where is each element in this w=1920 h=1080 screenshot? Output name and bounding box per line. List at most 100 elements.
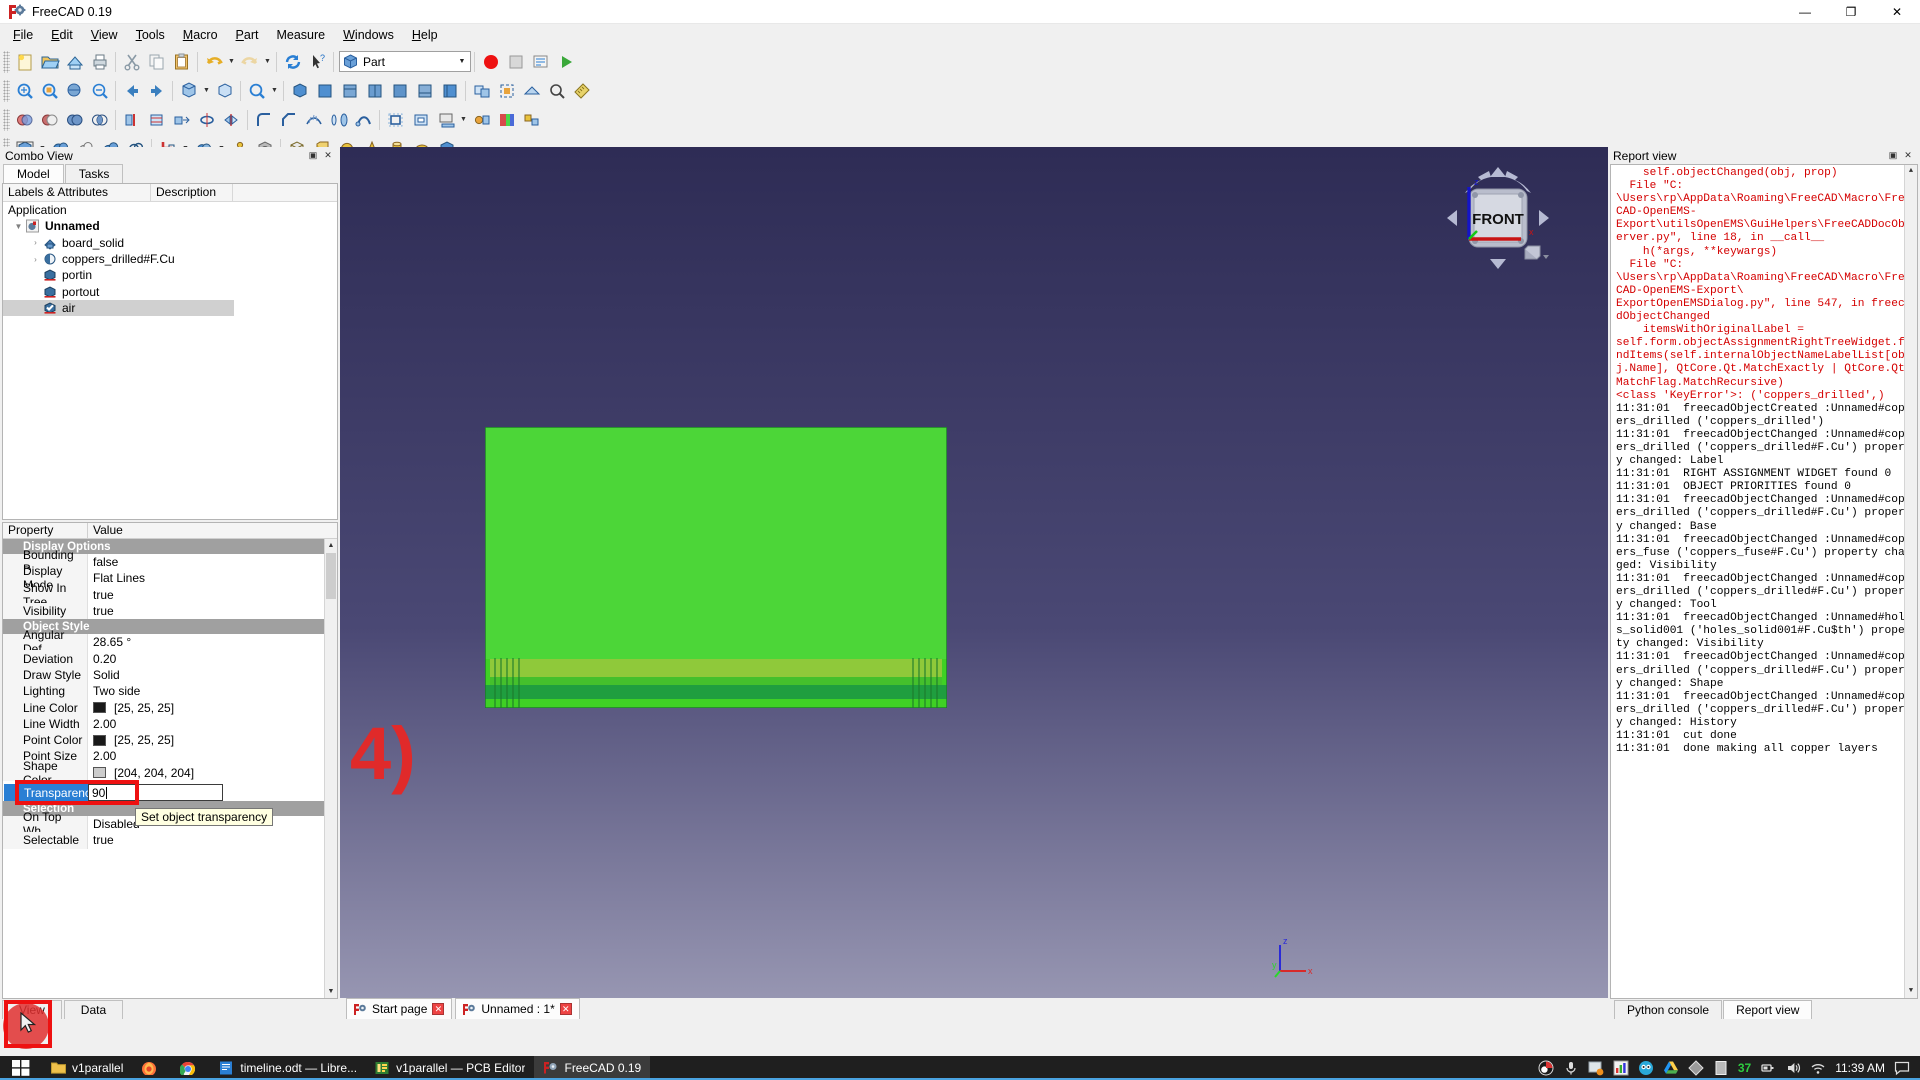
shape-color-swatch[interactable] (93, 767, 106, 779)
tree-item-board-solid[interactable]: › board_solid (3, 235, 337, 251)
undo-dropdown-arrow[interactable]: ▼ (226, 49, 237, 74)
macro-stop-icon[interactable] (503, 49, 528, 74)
zoom-icon[interactable] (244, 78, 269, 103)
macro-edit-icon[interactable] (528, 49, 553, 74)
std-views-icon[interactable] (176, 78, 201, 103)
cross-sections-icon[interactable] (144, 107, 169, 132)
box-selection-icon[interactable] (494, 78, 519, 103)
graph-icon[interactable] (1613, 1060, 1629, 1076)
maximize-button[interactable]: ❐ (1828, 0, 1874, 24)
menu-part[interactable]: Part (227, 25, 268, 45)
revolve-icon[interactable] (194, 107, 219, 132)
sweep-icon[interactable] (351, 107, 376, 132)
whats-this-icon[interactable]: ? (305, 49, 330, 74)
toolbar-grip[interactable] (3, 79, 10, 102)
property-row-visibility[interactable]: Visibility true (3, 602, 337, 620)
scroll-thumb[interactable] (326, 553, 336, 599)
back-arrow-icon[interactable] (119, 78, 144, 103)
point-color-swatch[interactable] (93, 734, 106, 746)
fit-selection-icon[interactable] (37, 78, 62, 103)
close-button[interactable]: ✕ (1874, 0, 1920, 24)
model-tree[interactable]: Labels & Attributes Description Applicat… (2, 183, 338, 520)
common-icon[interactable] (87, 107, 112, 132)
zoom-dropdown-arrow[interactable]: ▼ (269, 78, 280, 103)
chamfer-icon[interactable] (276, 107, 301, 132)
tab-report-view[interactable]: Report view (1723, 1000, 1813, 1019)
taskbar-item-v1parallel-folder[interactable]: v1parallel (42, 1056, 132, 1080)
menu-macro[interactable]: Macro (174, 25, 227, 45)
google-drive-icon[interactable] (1663, 1060, 1679, 1076)
property-row-selectable[interactable]: Selectable true (3, 832, 337, 849)
redo-dropdown-arrow[interactable]: ▼ (262, 49, 273, 74)
minimize-button[interactable]: — (1782, 0, 1828, 24)
notification-icon[interactable] (1894, 1060, 1910, 1076)
forward-arrow-icon[interactable] (144, 78, 169, 103)
plug-icon[interactable] (1760, 1060, 1776, 1076)
menu-file[interactable]: File (4, 25, 42, 45)
diamond-icon[interactable] (1688, 1060, 1704, 1076)
cut-icon[interactable] (119, 49, 144, 74)
property-row-line-color[interactable]: Line Color [25, 25, 25] (3, 699, 337, 716)
wifi-icon[interactable] (1810, 1060, 1826, 1076)
scroll-up-arrow[interactable]: ▲ (1905, 165, 1917, 178)
print-icon[interactable] (87, 49, 112, 74)
tree-item-unnamed[interactable]: ▼ Unnamed (3, 218, 337, 234)
chevron-down-icon[interactable]: ▼ (454, 58, 470, 65)
attachment-icon[interactable] (469, 107, 494, 132)
float-icon[interactable]: ▣ (307, 150, 319, 162)
thickness-icon[interactable] (408, 107, 433, 132)
property-row-line-width[interactable]: Line Width 2.00 (3, 715, 337, 732)
macro-record-icon[interactable] (478, 49, 503, 74)
tab-data[interactable]: Data (63, 1000, 124, 1019)
windows-start-icon[interactable] (0, 1056, 42, 1080)
taskbar-item-firefox[interactable] (132, 1056, 171, 1080)
speaker-icon[interactable] (1785, 1060, 1801, 1076)
save-document-icon[interactable] (62, 49, 87, 74)
fillet-icon[interactable] (251, 107, 276, 132)
close-icon[interactable]: ✕ (432, 1003, 445, 1015)
tree-item-coppers-drilled[interactable]: › coppers_drilled#F.Cu (3, 251, 337, 267)
note-icon[interactable] (1713, 1060, 1729, 1076)
property-editor[interactable]: Property Value Display Options Bounding … (2, 522, 338, 999)
boolean-icon[interactable] (12, 107, 37, 132)
close-icon[interactable]: ✕ (1902, 150, 1914, 162)
microphone-icon[interactable] (1563, 1060, 1579, 1076)
menu-view[interactable]: View (82, 25, 127, 45)
new-document-icon[interactable] (12, 49, 37, 74)
taskbar-item-chrome[interactable] (171, 1056, 210, 1080)
color-per-face-icon[interactable] (494, 107, 519, 132)
taskbar-item-kicad-pcb-editor[interactable]: v1parallel — PCB Editor (366, 1056, 534, 1080)
tab-unnamed-document[interactable]: Unnamed : 1* ✕ (455, 998, 580, 1019)
navigation-cube[interactable]: FRONT z x (1443, 163, 1553, 273)
property-scrollbar[interactable]: ▲ ▼ (324, 539, 337, 998)
box-element-icon[interactable] (469, 78, 494, 103)
property-col-name[interactable]: Property (3, 523, 88, 538)
left-view-icon[interactable] (437, 78, 462, 103)
section-icon[interactable] (119, 107, 144, 132)
property-row-shape-color[interactable]: Shape Color [204, 204, 204] (3, 759, 337, 787)
scene-inspector-icon[interactable] (544, 78, 569, 103)
tree-item-portin[interactable]: portin (3, 267, 337, 283)
taskbar-item-freecad[interactable]: FreeCAD 0.19 (0, 1056, 1920, 1080)
obs-icon[interactable] (1538, 1060, 1554, 1076)
freeze-view-icon[interactable] (87, 78, 112, 103)
float-icon[interactable]: ▣ (1887, 150, 1899, 162)
report-log[interactable]: self.objectChanged(obj, prop) File "C: \… (1610, 164, 1918, 999)
paste-icon[interactable] (169, 49, 194, 74)
owl-icon[interactable] (1638, 1060, 1654, 1076)
taskbar-item-libreoffice-writer[interactable]: timeline.odt — Libre... (210, 1056, 366, 1080)
open-document-icon[interactable] (37, 49, 62, 74)
close-icon[interactable]: ✕ (559, 1003, 572, 1015)
tab-tasks[interactable]: Tasks (64, 164, 124, 183)
tree-col-labels[interactable]: Labels & Attributes (3, 184, 151, 201)
tree-item-portout[interactable]: portout (3, 283, 337, 299)
offset-icon[interactable] (383, 107, 408, 132)
property-row-draw-style[interactable]: Draw Style Solid (3, 666, 337, 684)
pcb-board-model[interactable] (484, 426, 948, 709)
bottom-view-icon[interactable] (412, 78, 437, 103)
loft-icon[interactable] (326, 107, 351, 132)
copy-icon[interactable] (144, 49, 169, 74)
sync-icon[interactable] (1588, 1060, 1604, 1076)
3d-viewport[interactable]: 4) FRONT z x z x y Start page ✕ Unnamed … (340, 147, 1608, 1019)
property-row-point-color[interactable]: Point Color [25, 25, 25] (3, 731, 337, 749)
